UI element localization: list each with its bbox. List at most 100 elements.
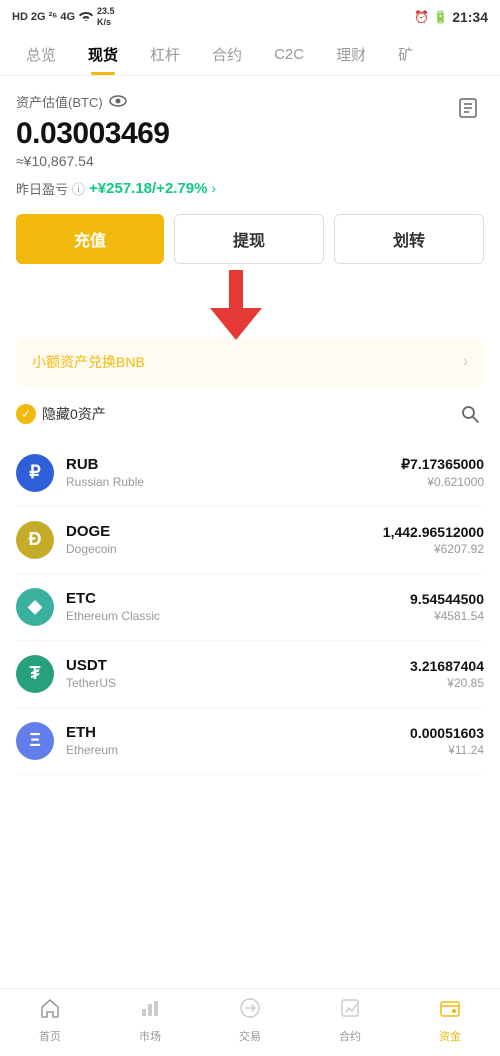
eth-amount: 0.00051603 [410,725,484,741]
etc-cny: ¥4581.54 [410,609,484,623]
nav-futures-label: 合约 [339,1028,361,1044]
doge-amount: 1,442.96512000 [383,524,484,540]
nav-market-label: 市场 [139,1028,161,1044]
nav-trade-label: 交易 [239,1028,261,1044]
etc-amount: 9.54544500 [410,591,484,607]
eth-icon: Ξ [16,722,54,760]
doge-symbol: DOGE [66,523,383,540]
usdt-amount: 3.21687404 [410,658,484,674]
status-signal: 2G [31,11,46,23]
rub-info: RUB Russian Ruble [66,456,401,489]
list-item[interactable]: ₽ RUB Russian Ruble ₽7.17365000 ¥0.62100… [16,440,484,507]
main-content: 资产估值(BTC) 0.03003469 ≈¥10,867.54 昨日盈亏 ⓘ … [0,76,500,775]
eye-icon[interactable] [109,92,127,110]
rub-symbol: RUB [66,456,401,473]
withdraw-button[interactable]: 提现 [174,214,324,264]
tab-overview[interactable]: 总览 [10,34,72,75]
doge-name: Dogecoin [66,542,383,556]
crypto-list: ₽ RUB Russian Ruble ₽7.17365000 ¥0.62100… [16,440,484,775]
transfer-button[interactable]: 划转 [334,214,484,264]
pnl-info-icon: ⓘ [72,179,85,198]
usdt-name: TetherUS [66,676,410,690]
eth-symbol: ETH [66,724,410,741]
nav-home-label: 首页 [39,1028,61,1044]
history-icon[interactable] [452,92,484,124]
status-right: ⏰ 🔋 21:34 [414,9,488,25]
eth-values: 0.00051603 ¥11.24 [410,725,484,757]
eth-name: Ethereum [66,743,410,757]
status-time: 21:34 [452,9,488,25]
wifi-icon [78,9,94,24]
deposit-button[interactable]: 充值 [16,214,164,264]
arrow-annotation [16,270,484,330]
status-4g: ²⁶ 4G [49,11,75,23]
status-network: HD [12,11,28,23]
hide-zero-toggle[interactable]: ✓ 隐藏0资产 [16,404,106,424]
doge-info: DOGE Dogecoin [66,523,383,556]
market-icon [139,997,161,1025]
usdt-symbol: USDT [66,657,410,674]
asset-header-row: 资产估值(BTC) 0.03003469 ≈¥10,867.54 [16,92,484,169]
checkmark-icon: ✓ [16,404,36,424]
pnl-label: 昨日盈亏 [16,179,68,198]
tab-futures[interactable]: 合约 [196,34,258,75]
pnl-value: +¥257.18/+2.79% [89,180,207,197]
rub-cny: ¥0.621000 [401,475,484,489]
bottom-nav: 首页 市场 交易 合约 资金 [0,988,500,1056]
eth-cny: ¥11.24 [410,743,484,757]
nav-funds[interactable]: 资金 [400,997,500,1044]
doge-icon: Ð [16,521,54,559]
etc-name: Ethereum Classic [66,609,410,623]
tab-margin[interactable]: 杠杆 [134,34,196,75]
status-bar: HD 2G ²⁶ 4G 23.5K/s ⏰ 🔋 21:34 [0,0,500,34]
rub-icon: ₽ [16,454,54,492]
etc-symbol: ETC [66,590,410,607]
eth-info: ETH Ethereum [66,724,410,757]
status-speed: 23.5K/s [97,6,115,28]
asset-btc-value: 0.03003469 [16,117,170,151]
small-assets-text: 小额资产兑换BNB [32,352,145,372]
rub-name: Russian Ruble [66,475,401,489]
status-left: HD 2G ²⁶ 4G 23.5K/s [12,6,115,28]
futures-icon [339,997,361,1025]
nav-tabs: 总览 现货 杠杆 合约 C2C 理财 矿 [0,34,500,76]
list-item[interactable]: ◆ ETC Ethereum Classic 9.54544500 ¥4581.… [16,574,484,641]
list-item[interactable]: Ð DOGE Dogecoin 1,442.96512000 ¥6207.92 [16,507,484,574]
rub-values: ₽7.17365000 ¥0.621000 [401,456,484,489]
nav-trade[interactable]: 交易 [200,997,300,1044]
etc-icon: ◆ [16,588,54,626]
etc-info: ETC Ethereum Classic [66,590,410,623]
hide-zero-label: 隐藏0资产 [42,404,106,424]
pnl-arrow-icon: › [211,180,216,196]
search-button[interactable] [456,400,484,428]
home-icon [39,997,61,1025]
usdt-icon: ₮ [16,655,54,693]
doge-cny: ¥6207.92 [383,542,484,556]
action-buttons: 充值 提现 划转 [16,214,484,264]
nav-market[interactable]: 市场 [100,997,200,1044]
usdt-values: 3.21687404 ¥20.85 [410,658,484,690]
usdt-info: USDT TetherUS [66,657,410,690]
usdt-cny: ¥20.85 [410,676,484,690]
nav-futures[interactable]: 合约 [300,997,400,1044]
pnl-row: 昨日盈亏 ⓘ +¥257.18/+2.79% › [16,179,484,198]
tab-spot[interactable]: 现货 [72,34,134,75]
small-assets-banner[interactable]: 小额资产兑换BNB › [16,338,484,386]
tab-earn[interactable]: 理财 [320,34,382,75]
tab-c2c[interactable]: C2C [258,36,320,73]
trade-icon [239,997,261,1025]
asset-label-text: 资产估值(BTC) [16,92,103,111]
alarm-icon: ⏰ [414,10,429,24]
list-item[interactable]: Ξ ETH Ethereum 0.00051603 ¥11.24 [16,708,484,775]
etc-values: 9.54544500 ¥4581.54 [410,591,484,623]
nav-home[interactable]: 首页 [0,997,100,1044]
asset-label: 资产估值(BTC) [16,92,170,111]
battery-icon: 🔋 [433,10,448,24]
banner-arrow-icon: › [463,353,468,371]
asset-cny-value: ≈¥10,867.54 [16,153,170,169]
tab-mining[interactable]: 矿 [382,34,429,75]
rub-amount: ₽7.17365000 [401,456,484,473]
list-item[interactable]: ₮ USDT TetherUS 3.21687404 ¥20.85 [16,641,484,708]
doge-values: 1,442.96512000 ¥6207.92 [383,524,484,556]
filter-row: ✓ 隐藏0资产 [16,400,484,428]
